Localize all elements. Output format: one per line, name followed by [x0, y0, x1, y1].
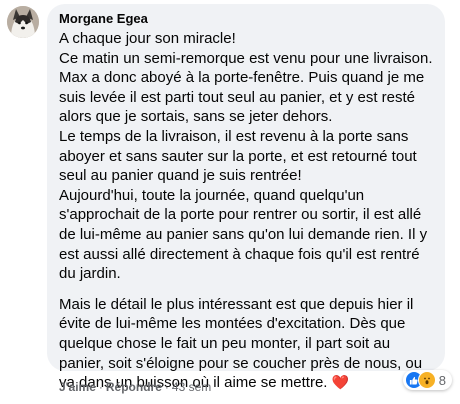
reaction-count: 8 — [438, 372, 446, 388]
comment-actions: J'aime · Répondre · 43 sem — [59, 379, 211, 395]
wow-icon — [417, 371, 436, 389]
like-button[interactable]: J'aime — [59, 380, 96, 394]
separator: · — [164, 380, 169, 394]
heart-emoji-icon: ❤️ — [331, 374, 350, 391]
comment-author[interactable]: Morgane Egea — [59, 11, 433, 27]
comment-paragraph-2-text: Mais le détail le plus intéressant est q… — [59, 295, 423, 392]
comment-timestamp[interactable]: 43 sem — [172, 380, 211, 394]
dog-avatar-image — [7, 6, 39, 38]
reactions-summary[interactable]: 8 — [402, 370, 452, 390]
comment-paragraph-1: A chaque jour son miracle! Ce matin un s… — [59, 30, 433, 283]
separator: · — [98, 380, 103, 394]
avatar[interactable] — [7, 6, 39, 38]
reply-button[interactable]: Répondre — [106, 380, 162, 394]
comment-paragraph-2: Mais le détail le plus intéressant est q… — [59, 295, 433, 393]
comment-bubble: Morgane Egea A chaque jour son miracle! … — [47, 4, 445, 391]
